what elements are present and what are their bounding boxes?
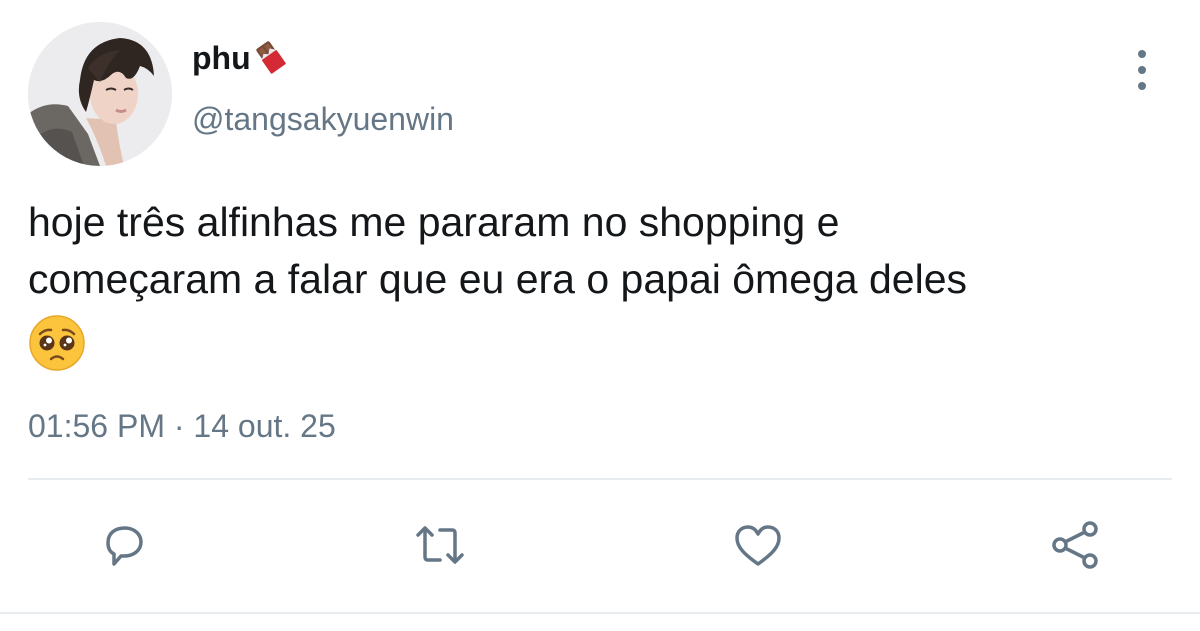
more-dot	[1138, 66, 1146, 74]
reply-button[interactable]	[94, 515, 154, 575]
author-handle[interactable]: @tangsakyuenwin	[192, 99, 454, 139]
tweet-timestamp[interactable]: 01:56 PM · 14 out. 25	[28, 406, 336, 446]
avatar-photo	[28, 22, 172, 166]
like-icon	[735, 525, 781, 566]
like-button[interactable]	[728, 515, 788, 575]
reply-icon	[106, 526, 143, 566]
timestamp-separator: ·	[173, 408, 185, 444]
divider	[0, 612, 1200, 614]
more-options-icon[interactable]	[1124, 50, 1160, 90]
tweet-time: 01:56 PM	[28, 408, 165, 444]
tweet-card: phu @tangsakyuenwin hoje três alfinhas m…	[0, 0, 1200, 631]
action-bar	[0, 515, 1200, 575]
more-dot	[1138, 82, 1146, 90]
tweet-text-line: começaram a falar que eu era o papai ôme…	[28, 256, 968, 302]
display-name-text: phu	[192, 40, 251, 76]
avatar[interactable]	[28, 22, 172, 166]
tweet-date: 14 out. 25	[193, 408, 336, 444]
pleading-face-icon	[28, 314, 1178, 387]
more-dot	[1138, 50, 1146, 58]
share-icon	[1052, 521, 1098, 569]
retweet-icon	[416, 526, 464, 564]
retweet-button[interactable]	[410, 515, 470, 575]
share-button[interactable]	[1046, 515, 1106, 575]
tweet-text-line: hoje três alfinhas me pararam no shoppin…	[28, 199, 840, 245]
tweet-text: hoje três alfinhas me pararam no shoppin…	[28, 194, 1178, 387]
divider	[28, 478, 1172, 480]
chocolate-bar-icon	[253, 38, 289, 83]
author-display-name[interactable]: phu	[192, 38, 289, 83]
